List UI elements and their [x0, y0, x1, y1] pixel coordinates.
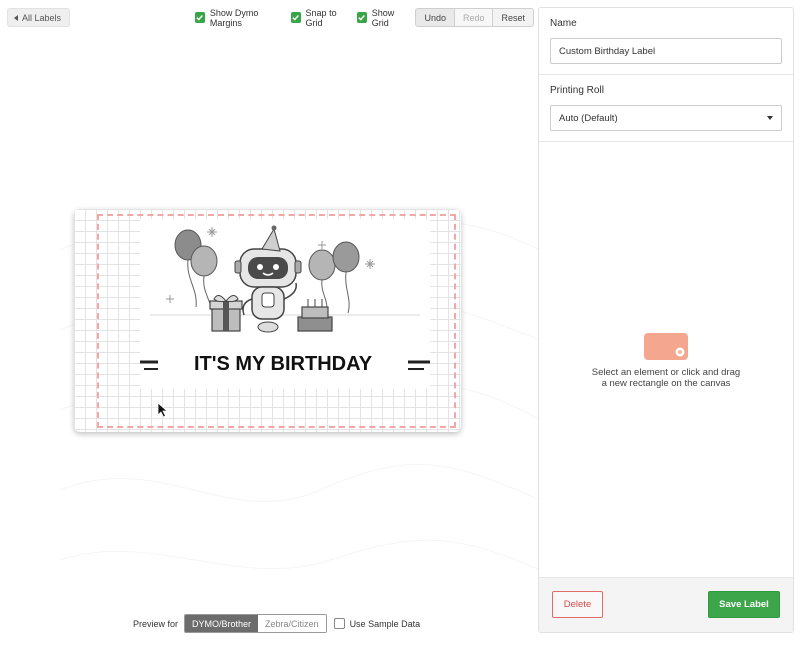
printing-roll-select[interactable]: Auto (Default): [550, 105, 782, 131]
chevron-down-icon: [767, 116, 773, 120]
use-sample-data-toggle[interactable]: Use Sample Data: [333, 618, 421, 629]
label-name-input[interactable]: Custom Birthday Label: [550, 38, 782, 64]
checkbox-checked-icon[interactable]: [290, 12, 301, 23]
printing-roll-section: Printing Roll Auto (Default): [539, 75, 793, 142]
show-grid-label: Show Grid: [371, 7, 395, 28]
preview-bar: Preview for DYMO/Brother Zebra/Citizen U…: [133, 614, 420, 633]
preview-label: Preview for: [133, 618, 179, 629]
mouse-pointer-icon: [157, 402, 169, 418]
birthday-image-element[interactable]: IT'S MY BIRTHDAY: [140, 219, 430, 389]
save-label-button[interactable]: Save Label: [708, 591, 780, 618]
empty-selection-hint: Select an element or click and drag a ne…: [539, 333, 793, 389]
printing-roll-value: Auto (Default): [559, 112, 618, 124]
reset-button[interactable]: Reset: [493, 8, 534, 27]
preview-option-dymo[interactable]: DYMO/Brother: [185, 615, 259, 632]
checkbox-checked-icon[interactable]: [356, 12, 367, 23]
name-title: Name: [550, 18, 577, 29]
label-editor: All Labels Show Dymo Margins Snap to Gri…: [0, 0, 800, 646]
properties-panel: Name Custom Birthday Label Printing Roll…: [538, 7, 794, 633]
chevron-left-icon: [14, 14, 18, 21]
all-labels-button[interactable]: All Labels: [7, 8, 71, 27]
delete-button[interactable]: Delete: [552, 591, 603, 618]
empty-hint-line2: a new rectangle on the canvas: [601, 378, 731, 389]
add-rectangle-icon: [644, 333, 688, 360]
show-margins-label: Show Dymo Margins: [209, 7, 259, 28]
show-margins-toggle[interactable]: Show Dymo Margins: [195, 8, 285, 28]
snap-to-grid-toggle[interactable]: Snap to Grid: [290, 7, 351, 28]
show-grid-toggle[interactable]: Show Grid: [356, 7, 410, 28]
snap-to-grid-label: Snap to Grid: [305, 7, 337, 28]
redo-button[interactable]: Redo: [454, 8, 494, 27]
empty-hint-line1: Select an element or click and drag: [591, 367, 741, 378]
checkbox-checked-icon[interactable]: [195, 12, 205, 23]
checkbox-unchecked-icon[interactable]: [333, 618, 345, 629]
panel-footer: Delete Save Label: [539, 577, 793, 632]
history-button-group: Undo Redo Reset: [415, 8, 534, 27]
printer-type-selector: DYMO/Brother Zebra/Citizen: [184, 614, 327, 633]
name-section: Name Custom Birthday Label: [539, 8, 793, 75]
all-labels-label: All Labels: [22, 12, 62, 23]
undo-button[interactable]: Undo: [415, 8, 455, 27]
canvas-toolbar: Show Dymo Margins Snap to Grid Show Grid…: [195, 7, 534, 28]
use-sample-data-label: Use Sample Data: [349, 618, 421, 629]
canvas-area: All Labels Show Dymo Margins Snap to Gri…: [0, 0, 540, 646]
birthday-text: IT'S MY BIRTHDAY: [194, 353, 373, 375]
preview-option-zebra[interactable]: Zebra/Citizen: [258, 615, 326, 632]
printing-roll-title: Printing Roll: [550, 85, 604, 96]
label-canvas[interactable]: IT'S MY BIRTHDAY: [74, 209, 461, 432]
